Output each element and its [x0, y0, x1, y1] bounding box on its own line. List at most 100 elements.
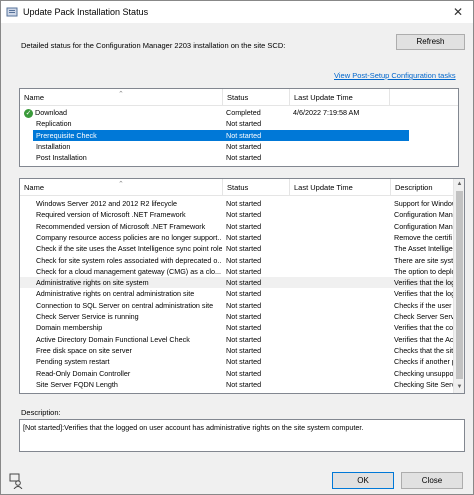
step-status: Completed [226, 108, 261, 117]
table-row[interactable]: Pending system restart Not started Checks … [20, 356, 464, 367]
table-row[interactable]: Windows Server 2012 and 2012 R2 lifecycl… [20, 198, 464, 209]
check-status: Not started [226, 312, 262, 321]
status-description: Detailed status for the Configuration Ma… [21, 41, 286, 50]
app-icon [6, 7, 18, 17]
step-status: Not started [226, 119, 262, 129]
check-status: Not started [226, 334, 262, 344]
table-row[interactable]: Company resource access policies are no … [20, 232, 464, 243]
check-name: Free disk space on site server [36, 345, 132, 355]
column-header-name[interactable]: Name ⌃ [20, 89, 223, 106]
check-status: Not started [226, 232, 262, 242]
table-row[interactable]: Active Directory Domain Functional Level… [20, 334, 464, 345]
check-description: Remove the certifi [394, 232, 452, 242]
check-name: Administrative rights on central adminis… [36, 289, 195, 299]
list-item[interactable]: Post Installation Not started [20, 152, 458, 163]
check-name: Pending system restart [36, 357, 110, 367]
list-item-selected[interactable]: Prerequisite Check Not started [20, 130, 458, 141]
column-header-status[interactable]: Status [223, 89, 290, 106]
step-status: Not started [226, 153, 262, 163]
check-status: Not started [226, 357, 262, 367]
close-icon: ✕ [452, 5, 464, 19]
check-description: The Asset Intelligen [394, 244, 454, 254]
column-header-name[interactable]: Name ⌃ [20, 179, 223, 196]
check-description: Check Server Service [394, 312, 454, 321]
scroll-down-arrow-icon[interactable]: ▼ [454, 382, 464, 393]
check-name: Check for a cloud management gateway (CM… [36, 266, 221, 276]
check-status: Not started [226, 210, 262, 220]
user-feedback-icon[interactable] [9, 473, 25, 489]
table-row[interactable]: Site Server FQDN Length Not started Checki… [20, 379, 464, 390]
check-status: Not started [226, 221, 262, 231]
check-description: There are site syst [394, 255, 454, 265]
refresh-button[interactable]: Refresh [396, 34, 465, 50]
scroll-up-arrow-icon[interactable]: ▲ [454, 179, 464, 190]
prerequisite-checks-list[interactable]: Name ⌃ Status Last Update Time Descripti… [19, 178, 465, 394]
table-row[interactable]: Read-Only Domain Controller Not started Ch… [20, 368, 464, 379]
check-description: The option to deploy [394, 266, 454, 276]
check-name: Check Server Service is running [36, 312, 139, 321]
table-row[interactable]: Administrative rights on site system Not … [20, 277, 464, 289]
ok-button[interactable]: OK [332, 472, 394, 489]
list-item[interactable]: Replication Not started [20, 118, 458, 129]
window-title: Update Pack Installation Status [23, 7, 149, 17]
check-status: Not started [226, 278, 262, 288]
close-button[interactable]: Close [401, 472, 463, 489]
check-status: Not started [226, 255, 262, 265]
check-name: Recommended version of Microsoft .NET Fr… [36, 221, 206, 231]
check-description: Verifies that the log [394, 289, 454, 299]
close-window-button[interactable]: ✕ [443, 1, 473, 23]
description-box[interactable]: [Not started]:Verifies that the logged o… [19, 419, 465, 452]
check-name: Read-Only Domain Controller [36, 368, 131, 378]
check-description: Checks if the user a [394, 300, 454, 310]
list-header: Name ⌃ Status Last Update Time [20, 89, 458, 106]
check-status: Not started [226, 199, 262, 208]
sort-arrow-icon: ⌃ [118, 91, 124, 98]
column-header-description[interactable]: Description [391, 179, 455, 196]
check-status: Not started [226, 379, 262, 389]
sort-arrow-icon: ⌃ [118, 181, 124, 188]
update-pack-installation-status-dialog: Update Pack Installation Status ✕ Detail… [0, 0, 474, 495]
check-status: Not started [226, 266, 262, 276]
check-description: Checking Site Serv [394, 379, 454, 389]
list-item[interactable]: ✓ Download Completed 4/6/2022 7:19:58 AM [20, 107, 458, 118]
table-row[interactable]: Administrative rights on central adminis… [20, 288, 464, 299]
list-item[interactable]: Installation Not started [20, 141, 458, 152]
table-row[interactable]: Check Server Service is running Not start… [20, 311, 464, 322]
description-label: Description: [21, 408, 61, 417]
table-row[interactable]: Connection to SQL Server on central admi… [20, 300, 464, 311]
check-description: Verifies that the co [394, 323, 454, 333]
check-name: Check if the site uses the Asset Intelli… [36, 244, 222, 254]
table-row[interactable]: Check for site system roles associated w… [20, 255, 464, 266]
check-description: Configuration Mana [394, 221, 454, 231]
green-check-icon: ✓ [24, 108, 33, 118]
post-setup-tasks-link[interactable]: View Post-Setup Configuration tasks [334, 71, 456, 80]
check-name: Windows Server 2012 and 2012 R2 lifecycl… [36, 199, 178, 208]
table-row[interactable]: Recommended version of Microsoft .NET Fr… [20, 221, 464, 232]
check-description: Configuration Mana [394, 210, 454, 220]
table-row[interactable]: Free disk space on site server Not starte… [20, 345, 464, 356]
check-description: Checking unsuppo [394, 368, 454, 378]
step-name: Replication [36, 119, 72, 129]
step-time: 4/6/2022 7:19:58 AM [293, 108, 360, 117]
check-status: Not started [226, 323, 262, 333]
column-header-last-update[interactable]: Last Update Time [290, 179, 391, 196]
check-status: Not started [226, 244, 262, 254]
installation-steps-list[interactable]: Name ⌃ Status Last Update Time ✓ Download… [19, 88, 459, 167]
step-status: Not started [226, 130, 262, 140]
check-description: Checks that the site [394, 345, 454, 355]
column-header-last-update[interactable]: Last Update Time [290, 89, 390, 106]
vertical-scrollbar[interactable]: ▲ ▼ [453, 179, 464, 393]
column-header-label: Name [24, 183, 45, 192]
step-name: Post Installation [36, 153, 87, 163]
column-header-status[interactable]: Status [223, 179, 290, 196]
check-description: Checks if another p [394, 357, 454, 367]
table-row[interactable]: Check if the site uses the Asset Intelli… [20, 243, 464, 254]
table-row[interactable]: Required version of Microsoft .NET Frame… [20, 209, 464, 220]
column-header-label: Name [24, 93, 45, 102]
scrollbar-thumb[interactable] [456, 191, 463, 379]
table-row[interactable]: Check for a cloud management gateway (CM… [20, 266, 464, 277]
table-row[interactable]: Domain membership Not started Verifies tha… [20, 322, 464, 333]
step-name: Prerequisite Check [36, 130, 97, 140]
check-name: Company resource access policies are no … [36, 232, 222, 242]
check-name: Connection to SQL Server on central admi… [36, 300, 214, 310]
